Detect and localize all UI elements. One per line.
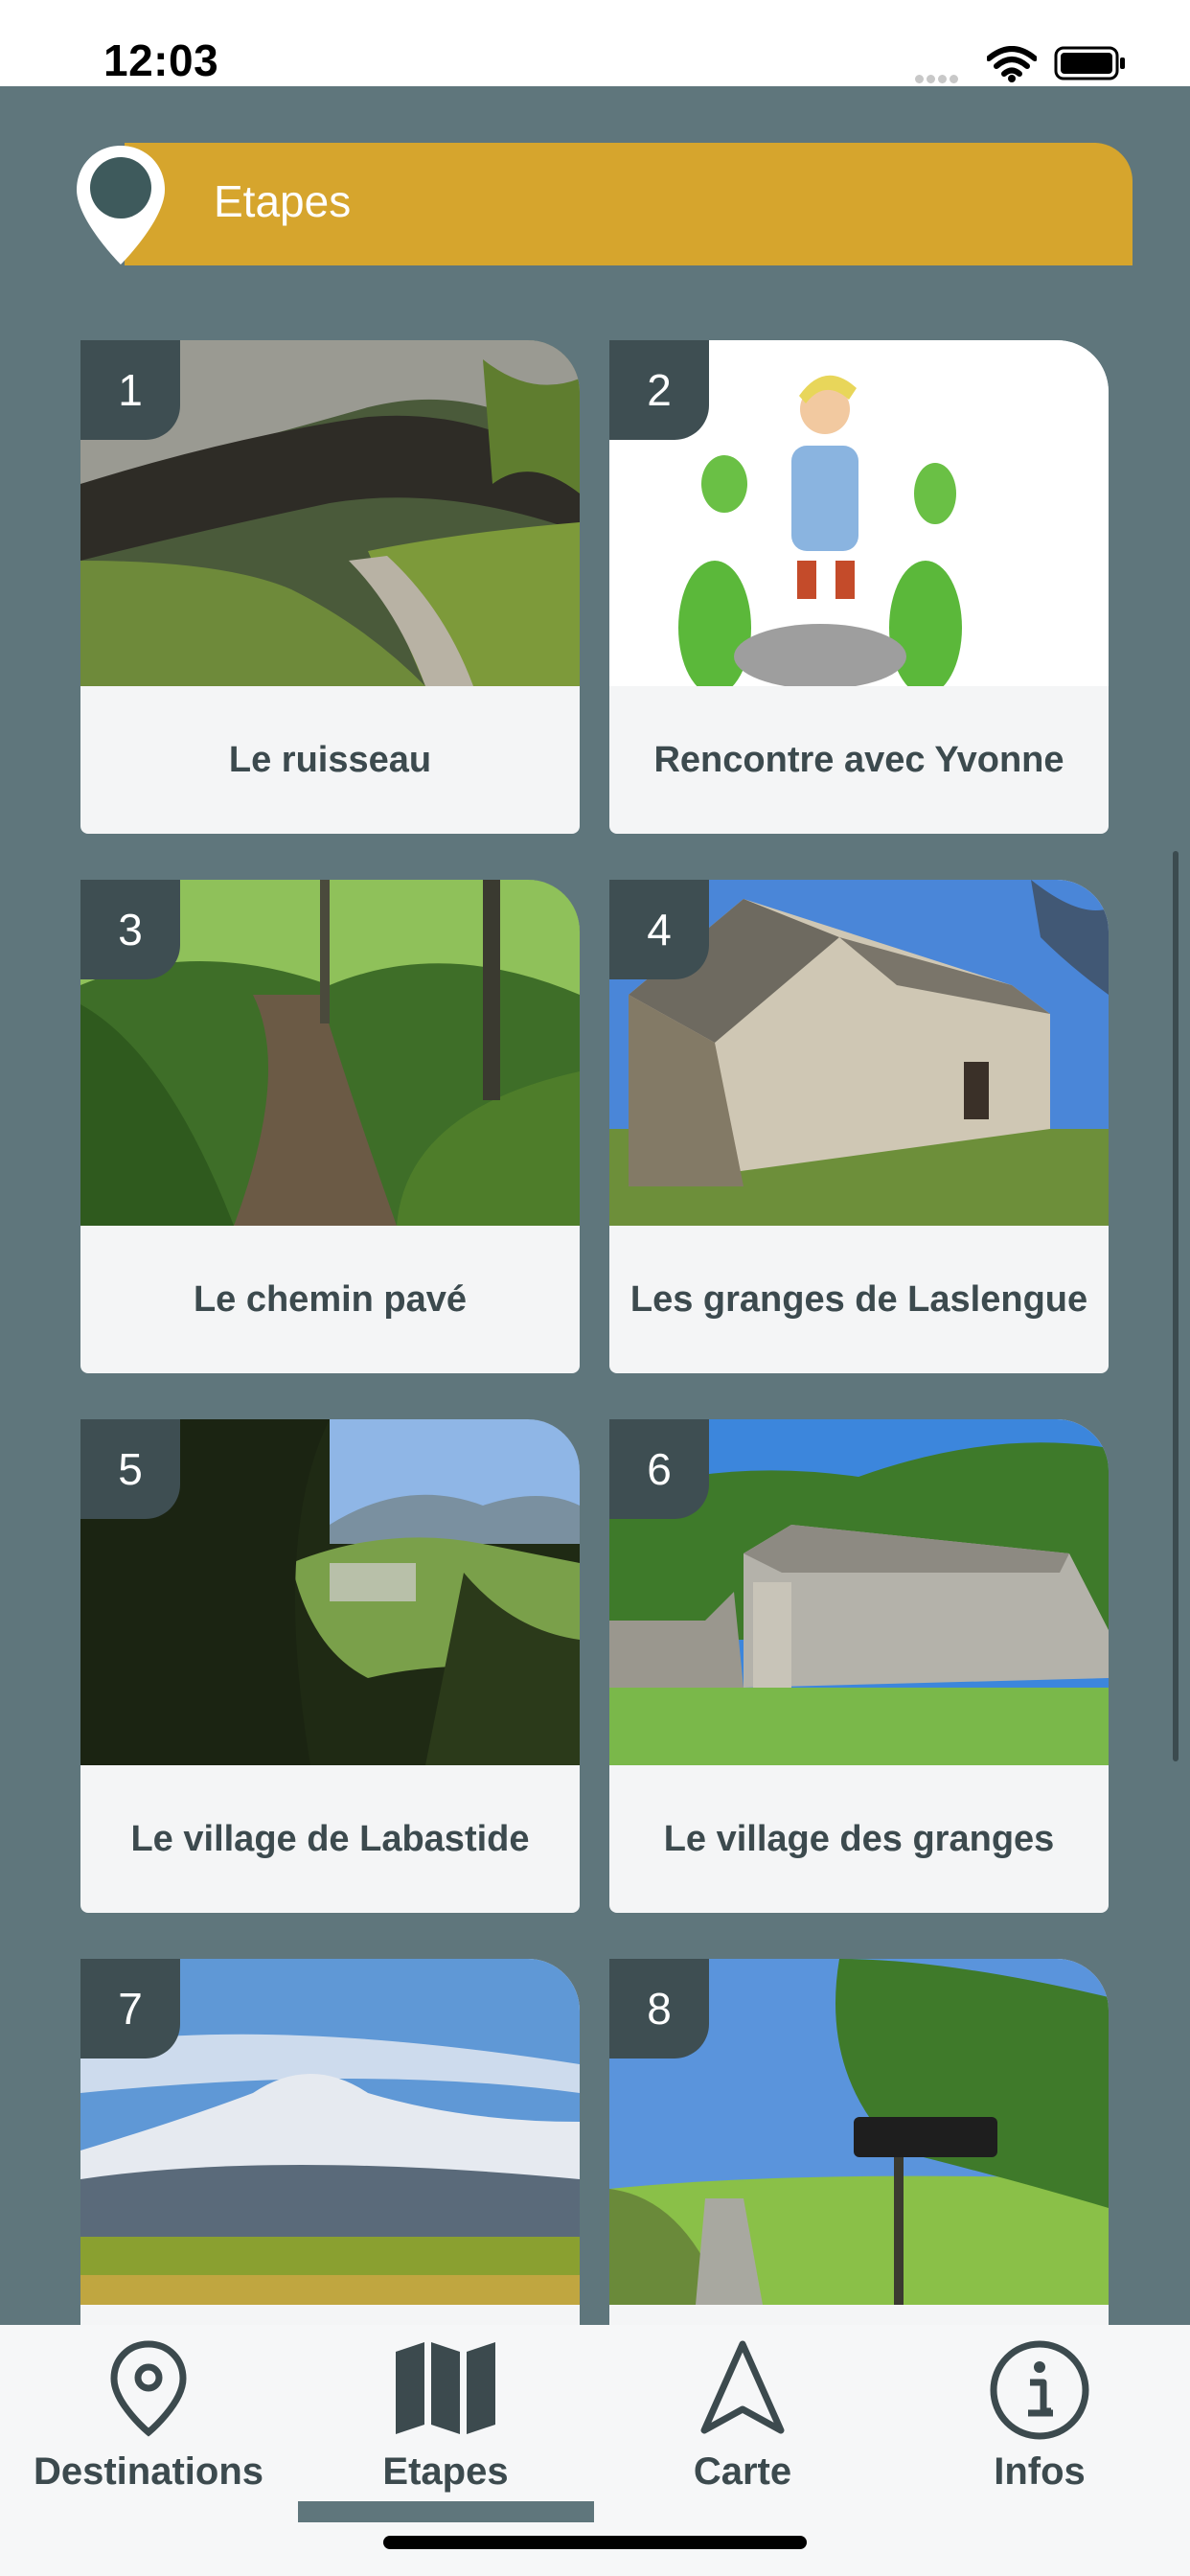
step-number-badge: 5 <box>80 1419 180 1519</box>
step-number-badge: 8 <box>609 1959 709 2058</box>
step-card[interactable]: 3 Le chemin pavé <box>80 880 580 1373</box>
step-number-badge: 7 <box>80 1959 180 2058</box>
step-label: Le ruisseau <box>228 740 432 780</box>
step-card[interactable]: 5 Le village de Labastide <box>80 1419 580 1913</box>
step-number-badge: 3 <box>80 880 180 979</box>
step-card[interactable]: 6 Le village des granges <box>609 1419 1109 1913</box>
step-label: Rencontre avec Yvonne <box>653 740 1064 780</box>
tab-etapes[interactable]: Etapes <box>297 2325 594 2517</box>
header-banner: Etapes <box>125 143 1133 265</box>
step-label: Le village de Labastide <box>130 1819 530 1859</box>
step-label: Le village des granges <box>663 1819 1055 1859</box>
signal-icon <box>915 71 961 88</box>
status-bar: 12:03 <box>0 0 1190 86</box>
tab-infos[interactable]: Infos <box>891 2325 1188 2517</box>
tab-carte[interactable]: Carte <box>594 2325 891 2517</box>
battery-icon <box>1054 46 1125 80</box>
navigation-arrow-icon <box>700 2340 785 2434</box>
page-title: Etapes <box>214 176 352 226</box>
tab-destinations[interactable]: Destinations <box>0 2325 297 2517</box>
tab-label: Infos <box>994 2450 1086 2493</box>
location-pin-icon <box>77 146 165 264</box>
step-label: Les granges de Laslengue <box>629 1279 1088 1320</box>
status-time: 12:03 <box>103 35 219 85</box>
step-card[interactable]: 1 Le ruisseau <box>80 340 580 834</box>
map-icon <box>396 2342 495 2434</box>
tab-label: Etapes <box>382 2450 509 2493</box>
step-card[interactable]: 4 Les granges de Laslengue <box>609 880 1109 1373</box>
step-number-badge: 4 <box>609 880 709 979</box>
info-icon <box>990 2340 1089 2440</box>
active-tab-indicator <box>298 2501 594 2522</box>
tab-label: Destinations <box>33 2450 264 2493</box>
scrollbar[interactable] <box>1173 851 1179 1761</box>
step-number-badge: 1 <box>80 340 180 440</box>
home-indicator[interactable] <box>383 2536 807 2549</box>
location-pin-icon <box>110 2340 187 2437</box>
wifi-icon <box>987 46 1037 82</box>
tab-label: Carte <box>693 2450 792 2493</box>
step-number-badge: 2 <box>609 340 709 440</box>
step-label: Le chemin pavé <box>193 1279 468 1320</box>
step-card[interactable]: 2 Rencontre avec Yvonne <box>609 340 1109 834</box>
step-number-badge: 6 <box>609 1419 709 1519</box>
